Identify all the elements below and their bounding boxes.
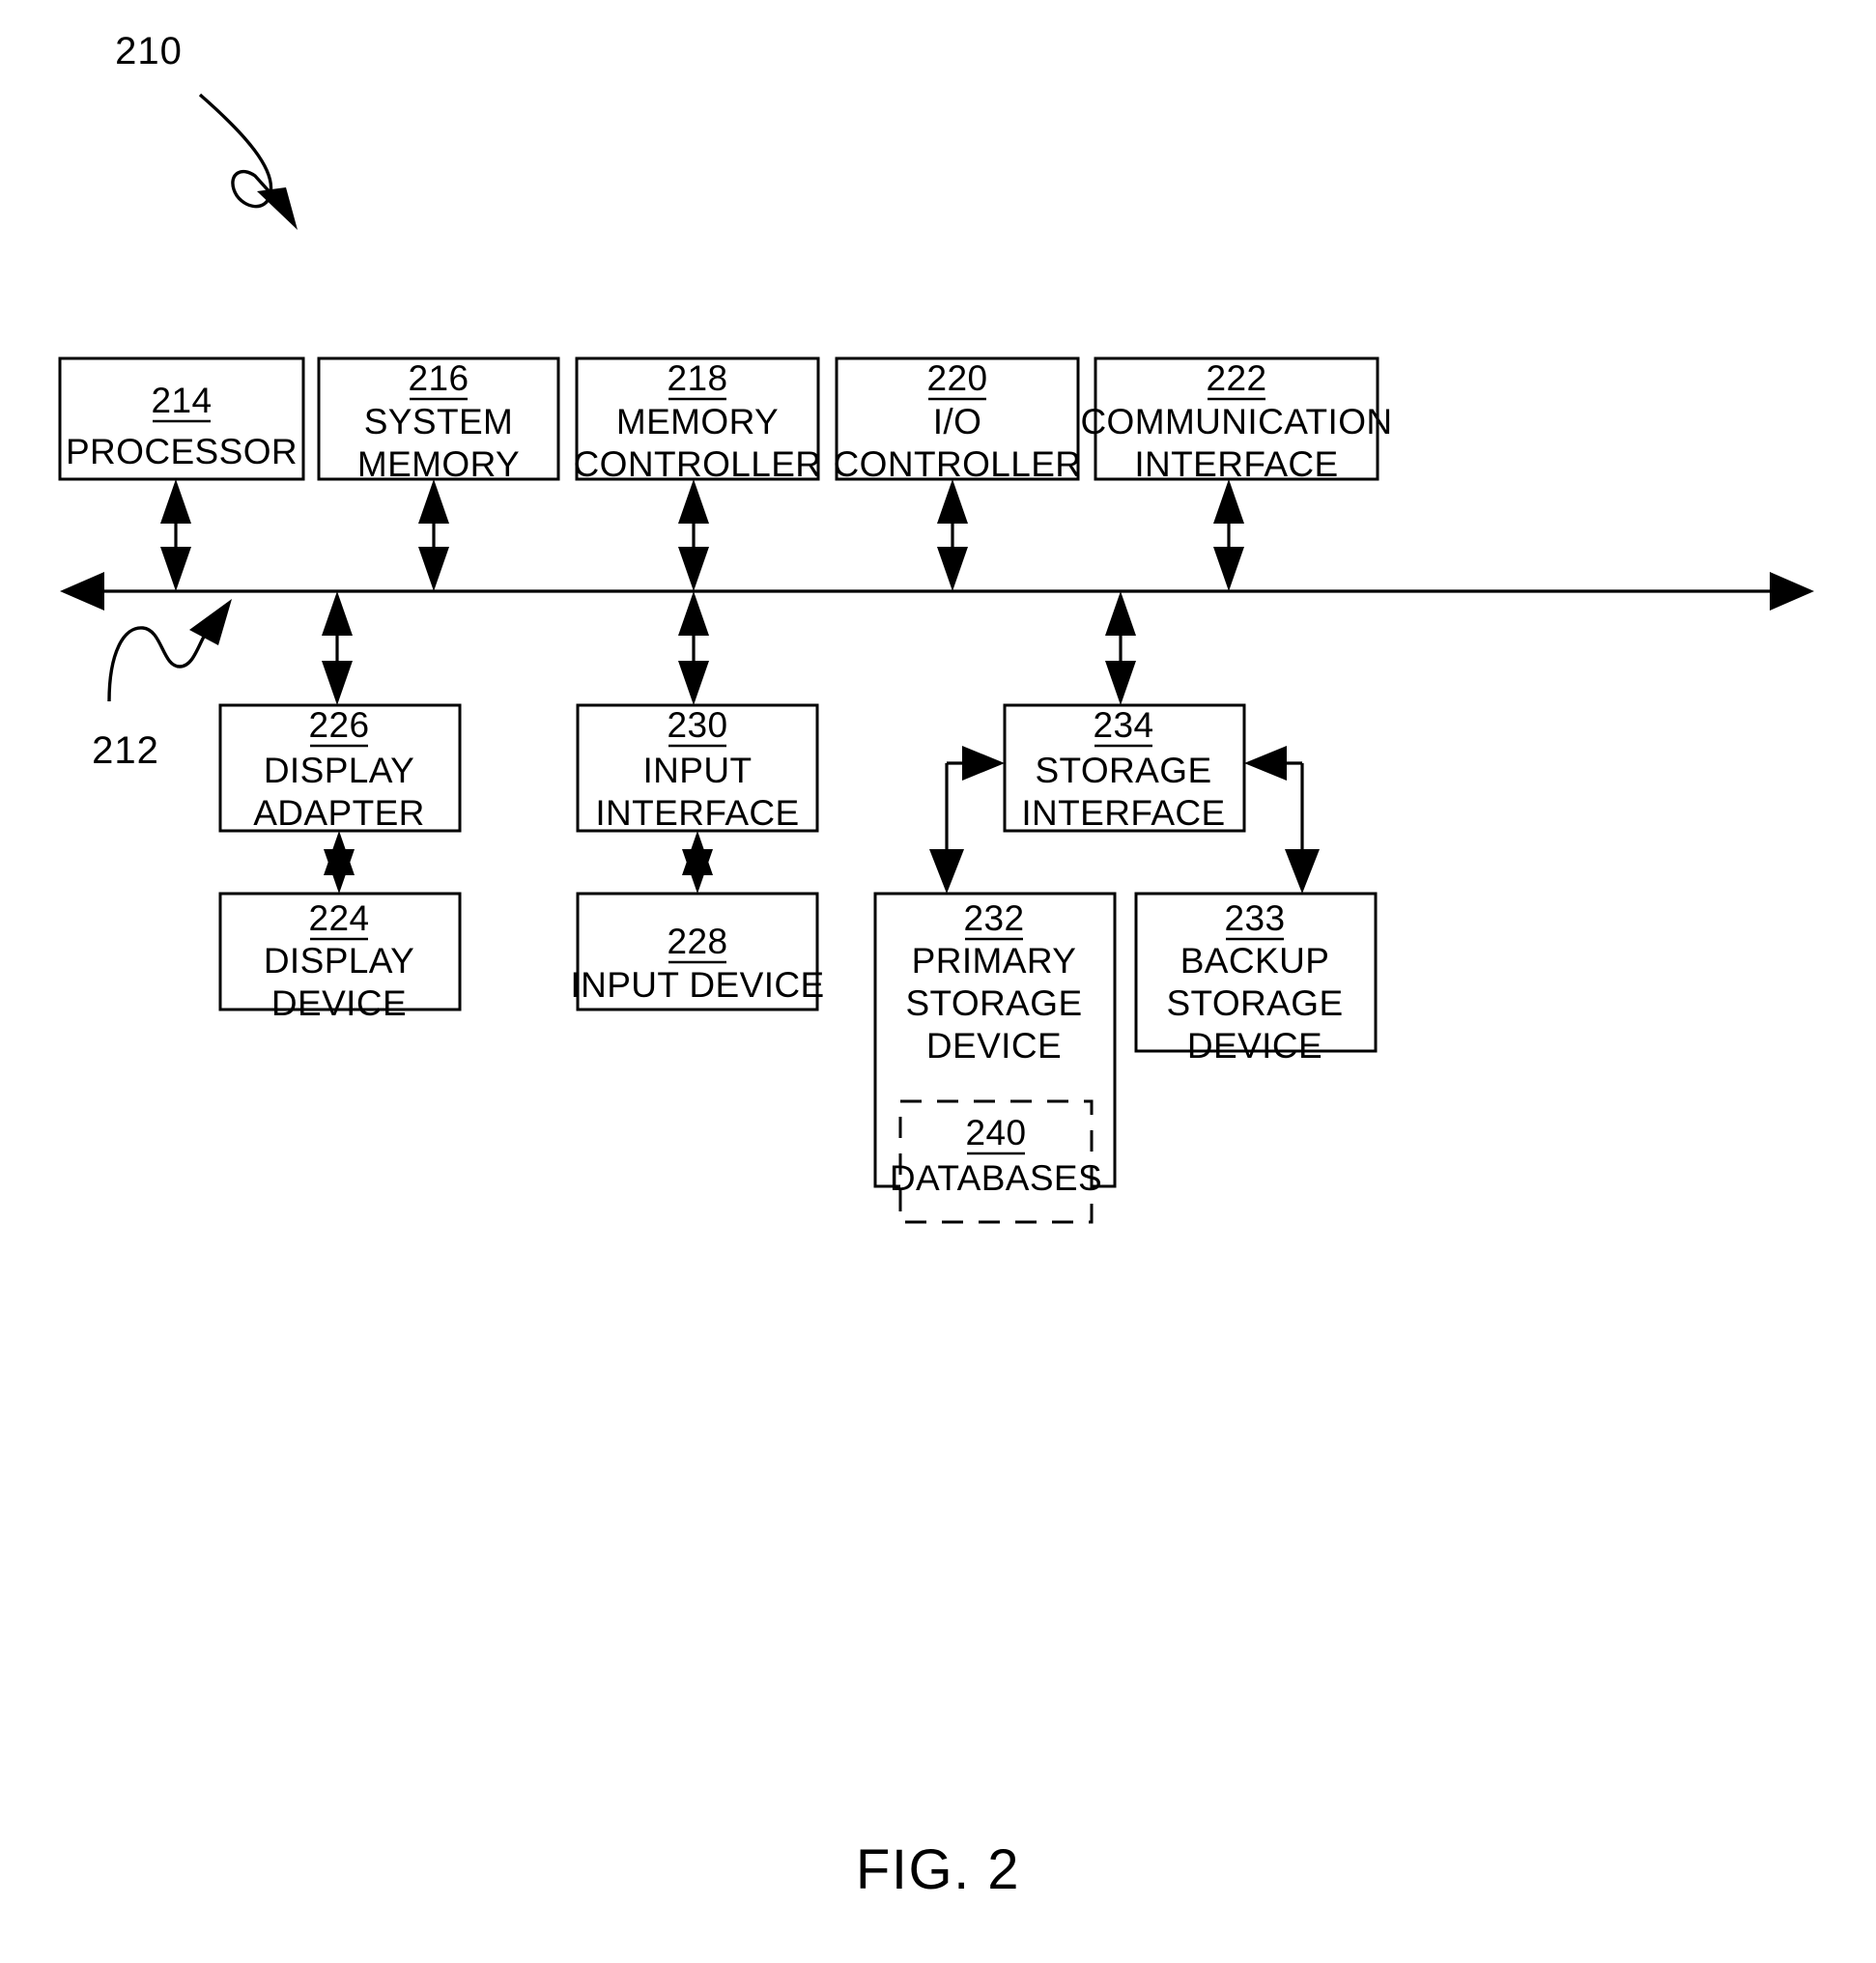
storage-interface-ref: 234 — [1094, 705, 1154, 745]
input-device-ref: 228 — [668, 922, 728, 961]
primary-storage-device-ref: 232 — [964, 898, 1025, 938]
memory-controller-ref: 218 — [668, 358, 728, 398]
callout-212-leader — [107, 599, 232, 702]
block-processor: 214 PROCESSOR — [58, 356, 305, 481]
connector-bus-display-adapter — [322, 591, 353, 705]
input-interface-ref: 230 — [668, 705, 728, 745]
io-controller-label-line-2: CONTROLLER — [834, 444, 1082, 484]
memory-controller-label-line-1: MEMORY — [616, 402, 779, 441]
connector-system-memory-bus — [418, 479, 449, 591]
display-adapter-label-line-1: DISPLAY — [264, 751, 414, 790]
callout-210-number: 210 — [115, 30, 183, 72]
processor-label-line-1: PROCESSOR — [66, 432, 298, 471]
storage-interface-label-line-1: STORAGE — [1035, 751, 1211, 790]
communication-interface-label-line-2: INTERFACE — [1134, 444, 1338, 484]
block-display-adapter: 226 DISPLAY ADAPTER — [218, 703, 462, 833]
arrow-into-backup-storage — [1285, 849, 1320, 894]
block-primary-storage-device: 232 PRIMARY STORAGE DEVICE 240 DATABASES — [873, 892, 1117, 1224]
primary-storage-device-label-line-3: DEVICE — [926, 1026, 1062, 1066]
display-device-label-line-1: DISPLAY — [264, 941, 414, 981]
connector-memory-controller-bus — [678, 479, 709, 591]
display-adapter-ref: 226 — [309, 705, 370, 745]
connector-primary-storage-storage-interface — [929, 746, 1005, 894]
block-display-device: 224 DISPLAY DEVICE — [218, 892, 462, 1023]
primary-storage-device-label-line-2: STORAGE — [905, 983, 1082, 1023]
processor-ref: 214 — [152, 381, 213, 420]
backup-storage-device-ref: 233 — [1225, 898, 1286, 938]
io-controller-ref: 220 — [927, 358, 988, 398]
display-device-label-line-2: DEVICE — [271, 983, 407, 1023]
storage-interface-label-line-2: INTERFACE — [1021, 793, 1225, 833]
connector-bus-storage-interface — [1105, 591, 1136, 705]
connector-backup-storage-storage-interface — [1244, 746, 1320, 894]
connector-communication-interface-bus — [1213, 479, 1244, 591]
input-interface-label-line-2: INTERFACE — [595, 793, 799, 833]
block-backup-storage-device: 233 BACKUP STORAGE DEVICE — [1134, 892, 1378, 1066]
arrow-into-primary-storage — [929, 849, 964, 894]
system-memory-label-line-1: SYSTEM — [364, 402, 514, 441]
input-interface-label-line-1: INPUT — [643, 751, 753, 790]
connector-io-controller-bus — [937, 479, 968, 591]
block-input-device: 228 INPUT DEVICE — [570, 892, 824, 1011]
system-memory-label-line-2: MEMORY — [357, 444, 520, 484]
backup-storage-device-label-line-2: STORAGE — [1166, 983, 1343, 1023]
callout-210-leader — [198, 93, 298, 230]
block-communication-interface: 222 COMMUNICATION INTERFACE — [1080, 356, 1392, 484]
callout-210-arrowhead — [257, 187, 298, 230]
arrow-into-storage-interface-left — [962, 746, 1005, 781]
block-input-interface: 230 INPUT INTERFACE — [576, 703, 819, 833]
display-device-ref: 224 — [309, 898, 370, 938]
input-device-label-line-1: INPUT DEVICE — [570, 965, 824, 1005]
arrow-into-storage-interface-right — [1244, 746, 1287, 781]
block-system-memory: 216 SYSTEM MEMORY — [317, 356, 560, 484]
connector-processor-bus — [160, 479, 191, 591]
block-databases: 240 DATABASES — [890, 1099, 1102, 1224]
figure-caption: FIG. 2 — [856, 1838, 1020, 1901]
bus-right-arrowhead — [1770, 572, 1814, 611]
communication-interface-label-line-1: COMMUNICATION — [1080, 402, 1392, 441]
system-bus — [60, 572, 1814, 611]
databases-label-line-1: DATABASES — [890, 1158, 1102, 1198]
patent-figure-2: 210 214 PROCESSOR 216 SYSTEM MEMORY 218 … — [0, 0, 1876, 1963]
block-storage-interface: 234 STORAGE INTERFACE — [1003, 703, 1246, 833]
backup-storage-device-label-line-1: BACKUP — [1180, 941, 1330, 981]
display-adapter-label-line-2: ADAPTER — [253, 793, 425, 833]
primary-storage-device-label-line-1: PRIMARY — [912, 941, 1077, 981]
bus-left-arrowhead — [60, 572, 104, 611]
connector-input-interface-input-device — [682, 831, 713, 894]
databases-ref: 240 — [966, 1113, 1027, 1152]
block-io-controller: 220 I/O CONTROLLER — [834, 356, 1082, 484]
system-memory-ref: 216 — [409, 358, 469, 398]
figure-canvas: 210 214 PROCESSOR 216 SYSTEM MEMORY 218 … — [58, 30, 1814, 1901]
callout-212-number: 212 — [92, 729, 159, 772]
io-controller-label-line-1: I/O — [933, 402, 982, 441]
block-memory-controller: 218 MEMORY CONTROLLER — [574, 356, 822, 484]
communication-interface-ref: 222 — [1207, 358, 1267, 398]
memory-controller-label-line-2: CONTROLLER — [574, 444, 822, 484]
backup-storage-device-label-line-3: DEVICE — [1187, 1026, 1322, 1066]
callout-212-arrowhead — [189, 599, 232, 645]
connector-bus-input-interface — [678, 591, 709, 705]
connector-display-adapter-display-device — [324, 831, 355, 894]
